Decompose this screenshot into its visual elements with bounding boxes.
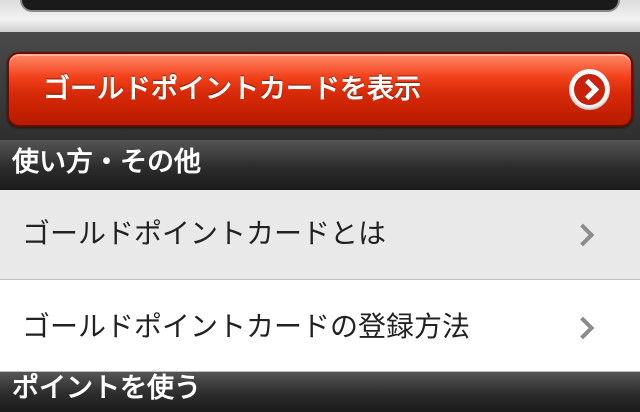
top-bar bbox=[0, 0, 640, 32]
list-item-what-is-gold-point-card[interactable]: ゴールドポイントカードとは bbox=[0, 190, 640, 280]
chevron-right-icon bbox=[571, 316, 595, 340]
circle-arrow-right-icon bbox=[569, 69, 610, 110]
list-item-label: ゴールドポイントカードとは bbox=[22, 217, 387, 250]
list-item-registration-method[interactable]: ゴールドポイントカードの登録方法 bbox=[0, 280, 640, 372]
section-header-use-points: ポイントを使う bbox=[0, 372, 640, 412]
list-item-label: ゴールドポイントカードの登録方法 bbox=[22, 310, 471, 343]
button-area: ゴールドポイントカードを表示 bbox=[0, 32, 640, 140]
chevron-right-icon bbox=[571, 223, 595, 247]
show-gold-point-card-button[interactable]: ゴールドポイントカードを表示 bbox=[7, 52, 633, 127]
top-field[interactable] bbox=[20, 0, 620, 12]
show-card-label: ゴールドポイントカードを表示 bbox=[43, 74, 421, 105]
section-header-usage: 使い方・その他 bbox=[0, 140, 640, 190]
